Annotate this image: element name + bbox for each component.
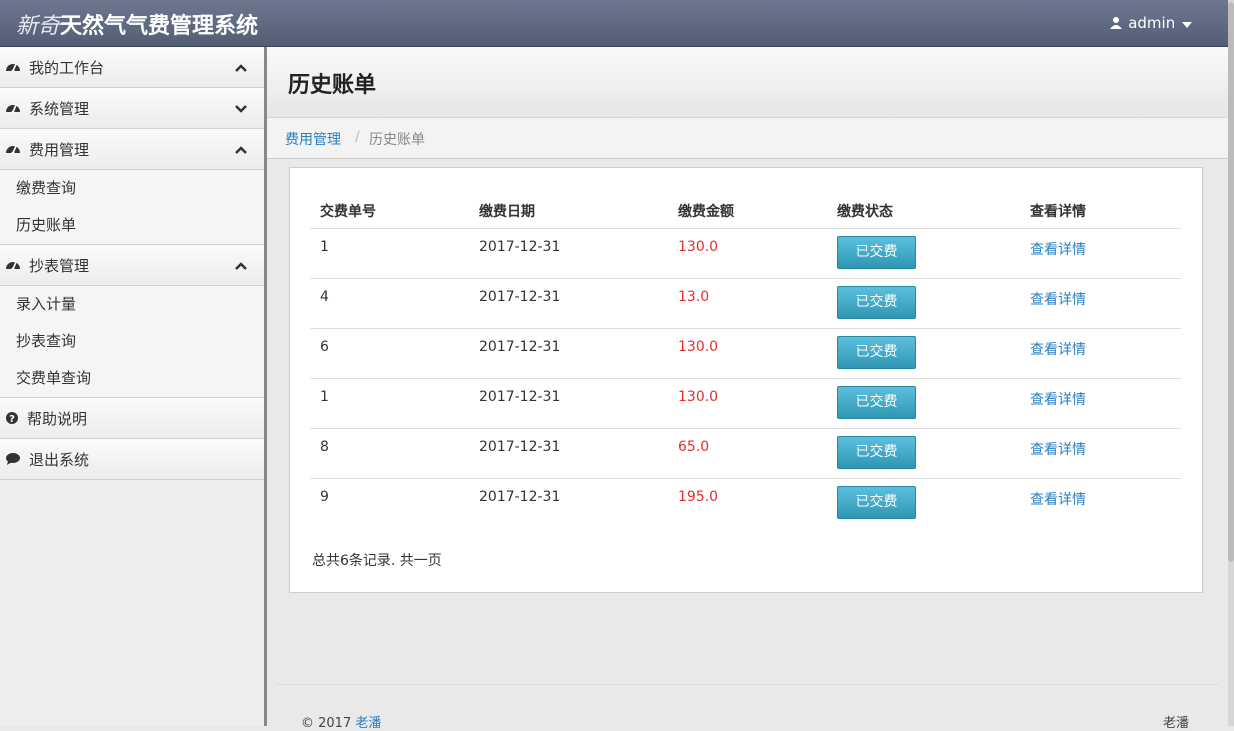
sidebar-group-label: 我的工作台: [29, 59, 105, 77]
comment-icon: [5, 452, 21, 470]
column-header-amount: 缴费金额: [678, 204, 734, 220]
bill-amount: 65.0: [678, 439, 710, 455]
scrollbar-thumb[interactable]: [1228, 2, 1234, 562]
user-menu[interactable]: admin: [1109, 14, 1194, 32]
row-divider: [310, 428, 1181, 429]
bill-id: 9: [320, 489, 329, 505]
bill-amount: 130.0: [678, 339, 719, 355]
caret-down-icon: [1180, 14, 1194, 32]
footer-copyright: © 2017 老潘: [301, 712, 381, 731]
row-divider: [310, 378, 1181, 379]
view-detail-link[interactable]: 查看详情: [1030, 439, 1086, 459]
bill-amount: 130.0: [678, 239, 719, 255]
footer-author: 老潘: [1163, 716, 1190, 731]
bill-date: 2017-12-31: [479, 289, 561, 305]
sidebar-submenu-meter: 录入计量 抄表查询 交费单查询: [0, 286, 264, 398]
view-detail-link[interactable]: 查看详情: [1030, 389, 1086, 409]
column-header-date: 缴费日期: [479, 204, 535, 220]
main-content: 历史账单 费用管理 / 历史账单 交费单号 缴费日期 缴费金额 缴费状态 查看详…: [267, 47, 1228, 731]
status-paid-button[interactable]: 已交费: [837, 236, 916, 269]
bill-id: 1: [320, 389, 329, 405]
column-header-detail: 查看详情: [1030, 204, 1086, 220]
sidebar-item-bill-query[interactable]: 交费单查询: [0, 360, 264, 397]
breadcrumb-current: 历史账单: [369, 132, 425, 148]
copyright-text: © 2017: [301, 716, 352, 731]
sidebar-item-history-bills[interactable]: 历史账单: [0, 207, 264, 244]
sidebar-submenu-fees: 缴费查询 历史账单: [0, 170, 264, 245]
dashboard-icon: [5, 142, 21, 159]
bill-id: 1: [320, 239, 329, 255]
sidebar: 我的工作台 系统管理 费用管理 缴费查询 历史账单 抄表管理 录入计量 抄表查询…: [0, 47, 267, 726]
user-name: admin: [1128, 14, 1176, 32]
page-header: 历史账单: [267, 47, 1228, 118]
sidebar-item-payment-query[interactable]: 缴费查询: [0, 170, 264, 207]
row-divider: [310, 478, 1181, 479]
status-paid-button[interactable]: 已交费: [837, 336, 916, 369]
status-paid-button[interactable]: 已交费: [837, 386, 916, 419]
question-circle-icon: ?: [5, 411, 19, 429]
sidebar-item-help[interactable]: ? 帮助说明: [0, 398, 264, 439]
chevron-up-icon: [234, 259, 248, 275]
row-divider: [310, 328, 1181, 329]
dashboard-icon: [5, 258, 21, 275]
bills-table-panel: 交费单号 缴费日期 缴费金额 缴费状态 查看详情 1 2017-12-31 13…: [289, 167, 1203, 593]
author-link[interactable]: 老潘: [355, 716, 381, 731]
page-scrollbar[interactable]: [1228, 0, 1234, 726]
dashboard-icon: [5, 101, 21, 118]
sidebar-group-system[interactable]: 系统管理: [0, 88, 264, 129]
view-detail-link[interactable]: 查看详情: [1030, 339, 1086, 359]
svg-text:?: ?: [9, 414, 15, 425]
chevron-up-icon: [234, 143, 248, 159]
breadcrumb: 费用管理 / 历史账单: [267, 118, 1228, 159]
user-icon: [1109, 14, 1123, 32]
view-detail-link[interactable]: 查看详情: [1030, 239, 1086, 259]
bill-date: 2017-12-31: [479, 489, 561, 505]
column-header-bill-id: 交费单号: [320, 204, 376, 220]
sidebar-group-label: 帮助说明: [27, 410, 88, 428]
bill-date: 2017-12-31: [479, 389, 561, 405]
bill-amount: 13.0: [678, 289, 710, 305]
sidebar-item-logout[interactable]: 退出系统: [0, 439, 264, 480]
status-paid-button[interactable]: 已交费: [837, 436, 916, 469]
bill-amount: 130.0: [678, 389, 719, 405]
brand-prefix: 新奇: [16, 14, 61, 39]
app-brand[interactable]: 新奇天然气气费管理系统: [16, 8, 258, 40]
chevron-up-icon: [234, 61, 248, 77]
bill-date: 2017-12-31: [479, 239, 561, 255]
header-divider: [310, 228, 1181, 229]
page-title: 历史账单: [288, 73, 377, 98]
sidebar-item-meter-query[interactable]: 抄表查询: [0, 323, 264, 360]
sidebar-group-label: 系统管理: [29, 100, 90, 118]
record-summary: 总共6条记录. 共一页: [312, 553, 442, 569]
breadcrumb-separator: /: [355, 129, 360, 145]
sidebar-item-enter-metering[interactable]: 录入计量: [0, 286, 264, 323]
bill-id: 4: [320, 289, 329, 305]
status-paid-button[interactable]: 已交费: [837, 286, 916, 319]
bill-id: 8: [320, 439, 329, 455]
bill-date: 2017-12-31: [479, 439, 561, 455]
sidebar-group-label: 费用管理: [29, 141, 90, 159]
view-detail-link[interactable]: 查看详情: [1030, 489, 1086, 509]
row-divider: [310, 278, 1181, 279]
sidebar-group-fees[interactable]: 费用管理: [0, 129, 264, 170]
view-detail-link[interactable]: 查看详情: [1030, 289, 1086, 309]
sidebar-group-meter[interactable]: 抄表管理: [0, 245, 264, 286]
brand-title: 天然气气费管理系统: [60, 13, 259, 39]
bill-amount: 195.0: [678, 489, 719, 505]
bill-id: 6: [320, 339, 329, 355]
column-header-status: 缴费状态: [837, 204, 893, 220]
sidebar-group-workspace[interactable]: 我的工作台: [0, 47, 264, 88]
status-paid-button[interactable]: 已交费: [837, 486, 916, 519]
sidebar-group-label: 抄表管理: [29, 257, 90, 275]
top-navbar: 新奇天然气气费管理系统 admin: [0, 0, 1228, 47]
breadcrumb-link-fees[interactable]: 费用管理: [285, 129, 341, 149]
bill-date: 2017-12-31: [479, 339, 561, 355]
sidebar-group-label: 退出系统: [29, 451, 90, 469]
chevron-down-icon: [234, 102, 248, 118]
footer-divider: [275, 684, 1219, 685]
dashboard-icon: [5, 60, 21, 77]
